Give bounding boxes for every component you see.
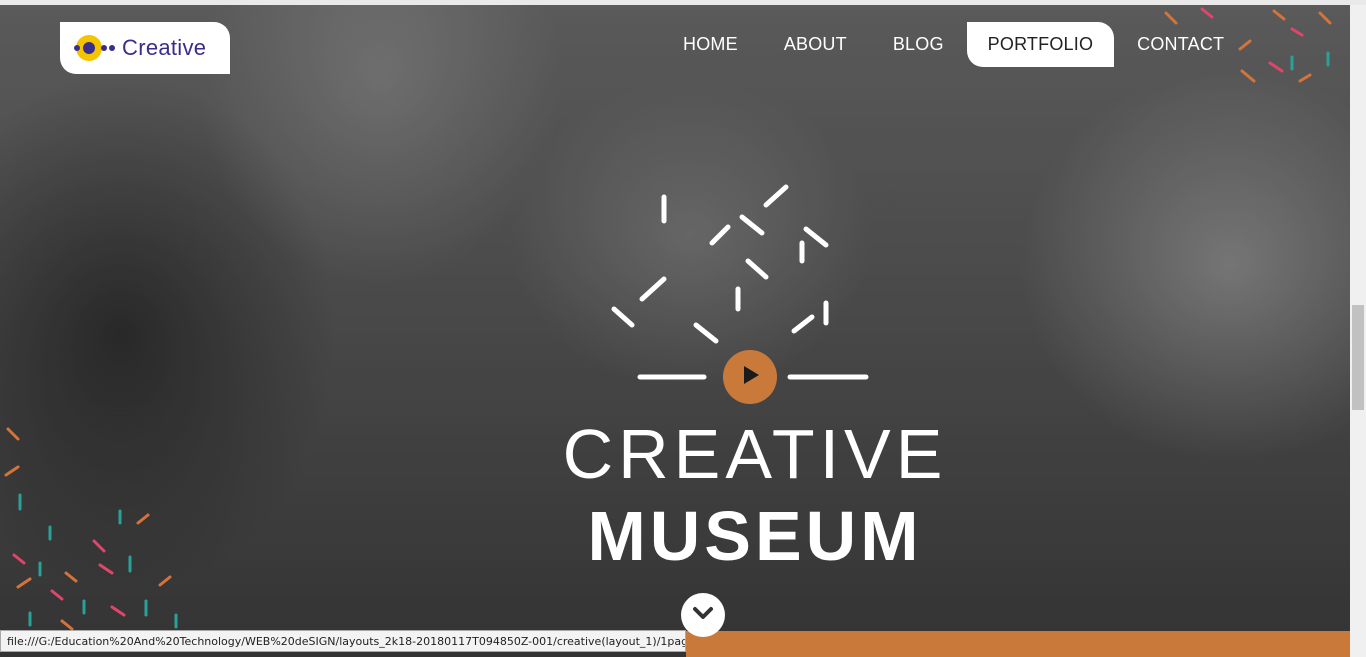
orange-accent-strip [686, 631, 1350, 657]
vertical-scrollbar[interactable] [1350, 5, 1366, 657]
confetti-decoration-left [4, 427, 178, 631]
nav-home[interactable]: HOME [660, 22, 761, 67]
play-video-button[interactable] [723, 350, 777, 404]
nav-about[interactable]: ABOUT [761, 22, 870, 67]
logo-text: Creative [122, 35, 207, 60]
nav-blog[interactable]: BLOG [870, 22, 967, 67]
nav-contact[interactable]: CONTACT [1114, 22, 1247, 67]
browser-status-bar: file:///G:/Education%20And%20Technology/… [0, 630, 686, 652]
nav-portfolio[interactable]: PORTFOLIO [966, 22, 1115, 67]
hero-title-line1: CREATIVE [562, 415, 948, 493]
chevron-down-icon [690, 600, 716, 631]
site-logo[interactable]: Creative [60, 22, 230, 74]
play-icon [738, 363, 762, 392]
scrollbar-thumb[interactable] [1352, 305, 1364, 410]
dots-logo-icon [72, 33, 118, 63]
hero-title-line2: MUSEUM [587, 497, 923, 575]
main-navigation: HOME ABOUT BLOG PORTFOLIO CONTACT [660, 22, 1247, 67]
scroll-down-button[interactable] [681, 593, 725, 637]
hero-title: CREATIVE MUSEUM [560, 412, 950, 576]
